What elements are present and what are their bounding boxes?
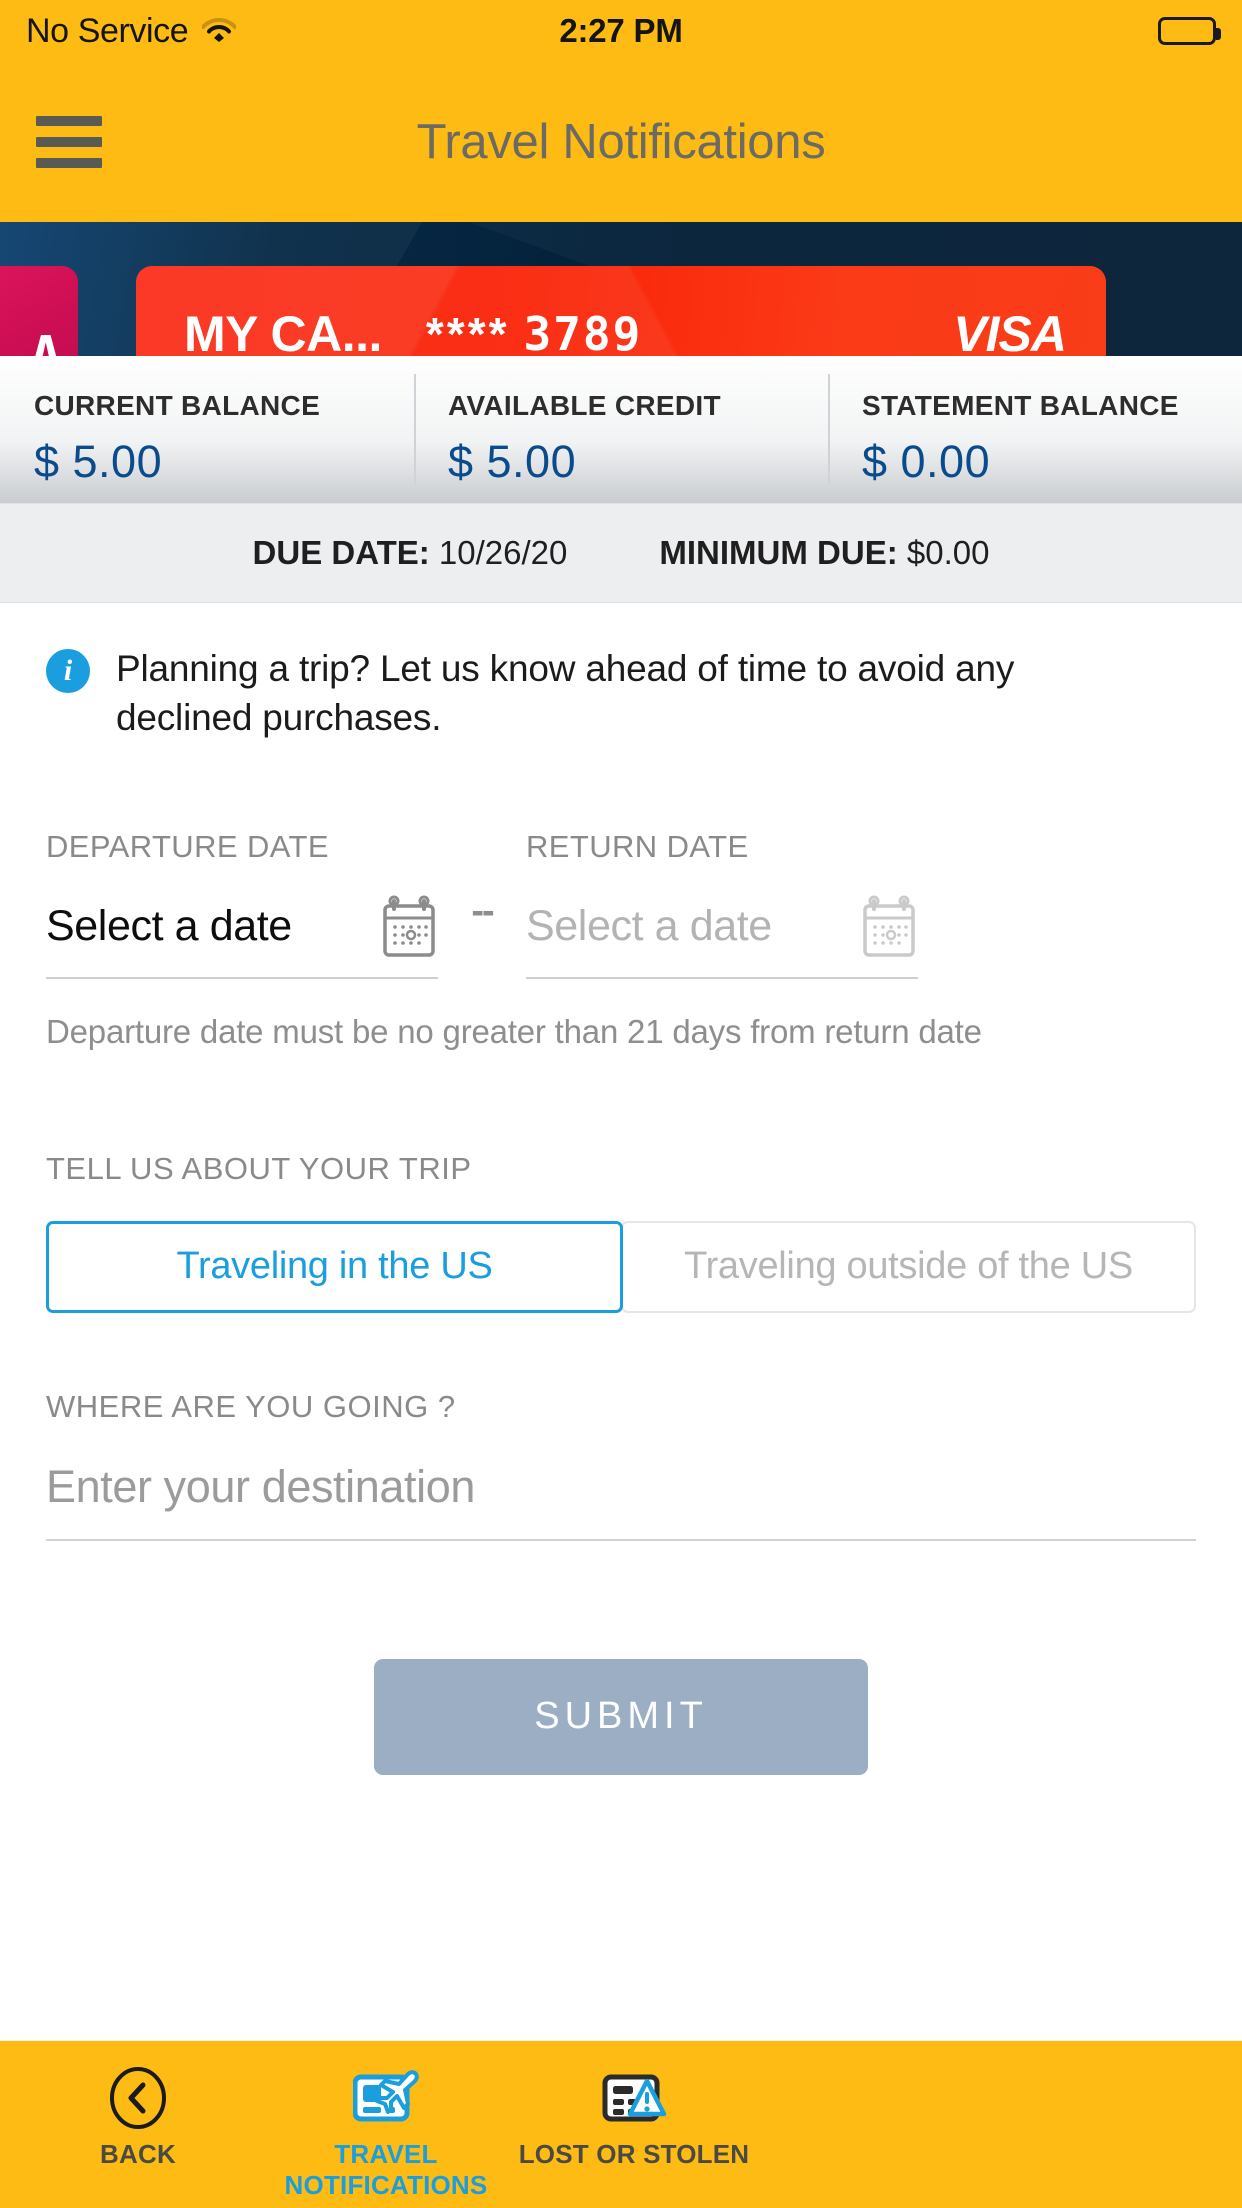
wifi-icon — [201, 12, 238, 51]
departure-date-control[interactable]: Select a date — [46, 895, 438, 979]
destination-label: WHERE ARE YOU GOING ? — [46, 1388, 456, 1424]
previous-card[interactable]: A — [0, 266, 78, 356]
calendar-icon[interactable] — [380, 895, 438, 959]
trip-type-option-in-us[interactable]: Traveling in the US — [46, 1220, 623, 1313]
info-icon: i — [46, 649, 90, 693]
return-date-value: Select a date — [526, 902, 772, 951]
due-date-bar: DUE DATE: 10/26/20 MINIMUM DUE: $0.00 — [0, 503, 1242, 603]
bottom-navigation: BACK TRAVEL NOTIFICATIONS LOST OR STOLEN — [0, 2040, 1242, 2208]
calendar-icon[interactable] — [860, 895, 918, 959]
carrier-label: No Service — [26, 11, 189, 50]
travel-form: i Planning a trip? Let us know ahead of … — [0, 603, 1242, 2040]
trip-type-option-in-us-label: Traveling in the US — [176, 1245, 493, 1288]
date-helper-text: Departure date must be no greater than 2… — [46, 1012, 982, 1050]
card-mask-stars: **** — [425, 308, 510, 356]
trip-type-segmented-control[interactable]: Traveling in the US Traveling outside of… — [46, 1220, 1196, 1313]
status-bar-left: No Service — [26, 11, 238, 51]
nav-label-line1: TRAVEL — [334, 2139, 438, 2169]
balance-available-credit: AVAILABLE CREDIT $ 5.00 — [414, 356, 828, 503]
nav-label-line2: NOTIFICATIONS — [284, 2169, 488, 2200]
due-date-value: 10/26/20 — [438, 534, 568, 571]
departure-date-value: Select a date — [46, 902, 292, 951]
minimum-due-group: MINIMUM DUE: $0.00 — [659, 534, 989, 572]
previous-card-label: A — [29, 324, 62, 357]
balance-summary: CURRENT BALANCE $ 5.00 AVAILABLE CREDIT … — [0, 356, 1242, 503]
battery-icon — [1158, 17, 1221, 45]
card-last-four: 3789 — [523, 307, 643, 356]
nav-item-travel-notifications[interactable]: TRAVEL NOTIFICATIONS — [262, 2067, 510, 2200]
balance-statement: STATEMENT BALANCE $ 0.00 — [828, 356, 1242, 503]
hamburger-menu-icon[interactable] — [36, 105, 102, 179]
return-date-control[interactable]: Select a date — [526, 895, 918, 979]
balance-current-label: CURRENT BALANCE — [34, 390, 321, 421]
page-title: Travel Notifications — [416, 115, 826, 169]
card-airplane-icon — [353, 2067, 419, 2129]
card-carousel[interactable]: A MY CA... **** 3789 VISA — [0, 222, 1242, 356]
submit-row: SUBMIT — [46, 1658, 1196, 1775]
info-banner-text: Planning a trip? Let us know ahead of ti… — [116, 648, 1015, 738]
nav-item-back[interactable]: BACK — [14, 2067, 262, 2170]
due-date-group: DUE DATE: 10/26/20 — [253, 534, 568, 572]
nav-item-travel-notifications-label: TRAVEL NOTIFICATIONS — [285, 2139, 488, 2200]
minimum-due-value: $0.00 — [906, 534, 990, 571]
card-nickname: MY CA... — [184, 306, 382, 356]
nav-item-back-label: BACK — [100, 2139, 176, 2169]
balance-statement-label: STATEMENT BALANCE — [862, 390, 1179, 421]
balance-current: CURRENT BALANCE $ 5.00 — [0, 356, 414, 503]
due-date-label: DUE DATE: — [252, 534, 430, 571]
card-number-masked: **** 3789 — [426, 307, 642, 356]
app-screen: No Service 2:27 PM Travel Notifications — [0, 0, 1242, 2208]
minimum-due-label: MINIMUM DUE: — [659, 534, 898, 571]
balance-available-label: AVAILABLE CREDIT — [448, 390, 721, 421]
submit-button[interactable]: SUBMIT — [374, 1658, 868, 1775]
trip-type-option-outside-us[interactable]: Traveling outside of the US — [621, 1220, 1196, 1313]
balance-current-value: $ 5.00 — [34, 436, 163, 487]
balance-available-value: $ 5.00 — [448, 436, 577, 487]
app-header: Travel Notifications — [0, 62, 1242, 222]
status-bar: No Service 2:27 PM — [0, 0, 1242, 62]
departure-date-field[interactable]: DEPARTURE DATE Select a date — [46, 829, 438, 979]
balance-statement-value: $ 0.00 — [862, 436, 991, 487]
return-date-field[interactable]: RETURN DATE Select a date — [526, 829, 918, 979]
nav-item-lost-or-stolen-label: LOST OR STOLEN — [518, 2139, 750, 2169]
date-range-picker: DEPARTURE DATE Select a date -- RETURN D… — [46, 829, 1196, 979]
date-range-separator: -- — [471, 889, 494, 932]
visa-logo-icon: VISA — [953, 306, 1067, 356]
active-card[interactable]: MY CA... **** 3789 VISA — [136, 266, 1106, 356]
back-chevron-circle-icon — [109, 2067, 167, 2129]
status-bar-right — [1158, 17, 1221, 45]
nav-item-lost-or-stolen[interactable]: LOST OR STOLEN — [510, 2067, 758, 2170]
info-banner: i Planning a trip? Let us know ahead of … — [46, 603, 1196, 743]
return-date-label: RETURN DATE — [526, 828, 749, 864]
destination-input[interactable] — [46, 1440, 1196, 1541]
trip-type-label: TELL US ABOUT YOUR TRIP — [46, 1150, 472, 1186]
card-warning-icon — [601, 2067, 667, 2129]
departure-date-label: DEPARTURE DATE — [46, 828, 329, 864]
trip-type-option-outside-us-label: Traveling outside of the US — [684, 1245, 1133, 1288]
